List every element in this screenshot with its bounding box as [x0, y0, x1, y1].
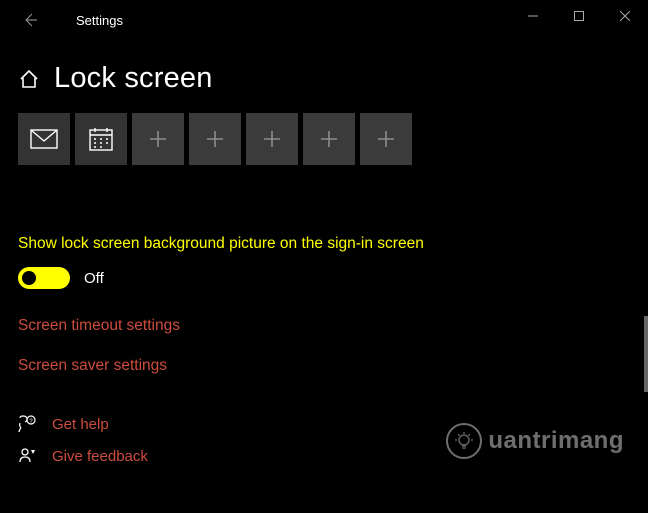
- app-tile-add-3[interactable]: [246, 113, 298, 165]
- close-icon: [620, 11, 630, 21]
- plus-icon: [205, 129, 225, 149]
- get-help-label: Get help: [52, 416, 109, 433]
- page-title: Lock screen: [54, 62, 213, 95]
- app-tile-mail[interactable]: [18, 113, 70, 165]
- title-bar: Settings: [0, 0, 648, 40]
- calendar-icon: [88, 126, 114, 152]
- get-help-link[interactable]: ? Get help: [18, 415, 630, 433]
- close-button[interactable]: [602, 0, 648, 32]
- toggle-state-label: Off: [84, 270, 104, 287]
- app-tile-add-4[interactable]: [303, 113, 355, 165]
- minimize-button[interactable]: [510, 0, 556, 32]
- app-tile-add-2[interactable]: [189, 113, 241, 165]
- minimize-icon: [528, 11, 538, 21]
- setting-label: Show lock screen background picture on t…: [18, 235, 630, 253]
- app-tile-add-1[interactable]: [132, 113, 184, 165]
- back-button[interactable]: [10, 0, 50, 40]
- toggle-row: Off: [18, 267, 630, 289]
- scrollbar-thumb[interactable]: [644, 316, 648, 392]
- signin-background-toggle[interactable]: [18, 267, 70, 289]
- app-tile-add-5[interactable]: [360, 113, 412, 165]
- give-feedback-link[interactable]: Give feedback: [18, 447, 630, 465]
- app-tile-calendar[interactable]: [75, 113, 127, 165]
- screen-timeout-link[interactable]: Screen timeout settings: [18, 317, 630, 335]
- mail-icon: [30, 129, 58, 149]
- footer-links: ? Get help Give feedback: [0, 415, 648, 465]
- feedback-icon: [18, 447, 36, 465]
- window-title: Settings: [76, 13, 123, 28]
- help-icon: ?: [18, 415, 36, 433]
- plus-icon: [319, 129, 339, 149]
- quick-status-apps-row: [0, 113, 648, 165]
- window-controls: [510, 0, 648, 32]
- plus-icon: [262, 129, 282, 149]
- back-arrow-icon: [22, 12, 38, 28]
- plus-icon: [148, 129, 168, 149]
- settings-block: Show lock screen background picture on t…: [0, 235, 648, 375]
- maximize-button[interactable]: [556, 0, 602, 32]
- give-feedback-label: Give feedback: [52, 448, 148, 465]
- plus-icon: [376, 129, 396, 149]
- home-icon[interactable]: [18, 68, 40, 90]
- page-header: Lock screen: [0, 40, 648, 113]
- screen-saver-link[interactable]: Screen saver settings: [18, 357, 630, 375]
- toggle-knob: [22, 271, 36, 285]
- maximize-icon: [574, 11, 584, 21]
